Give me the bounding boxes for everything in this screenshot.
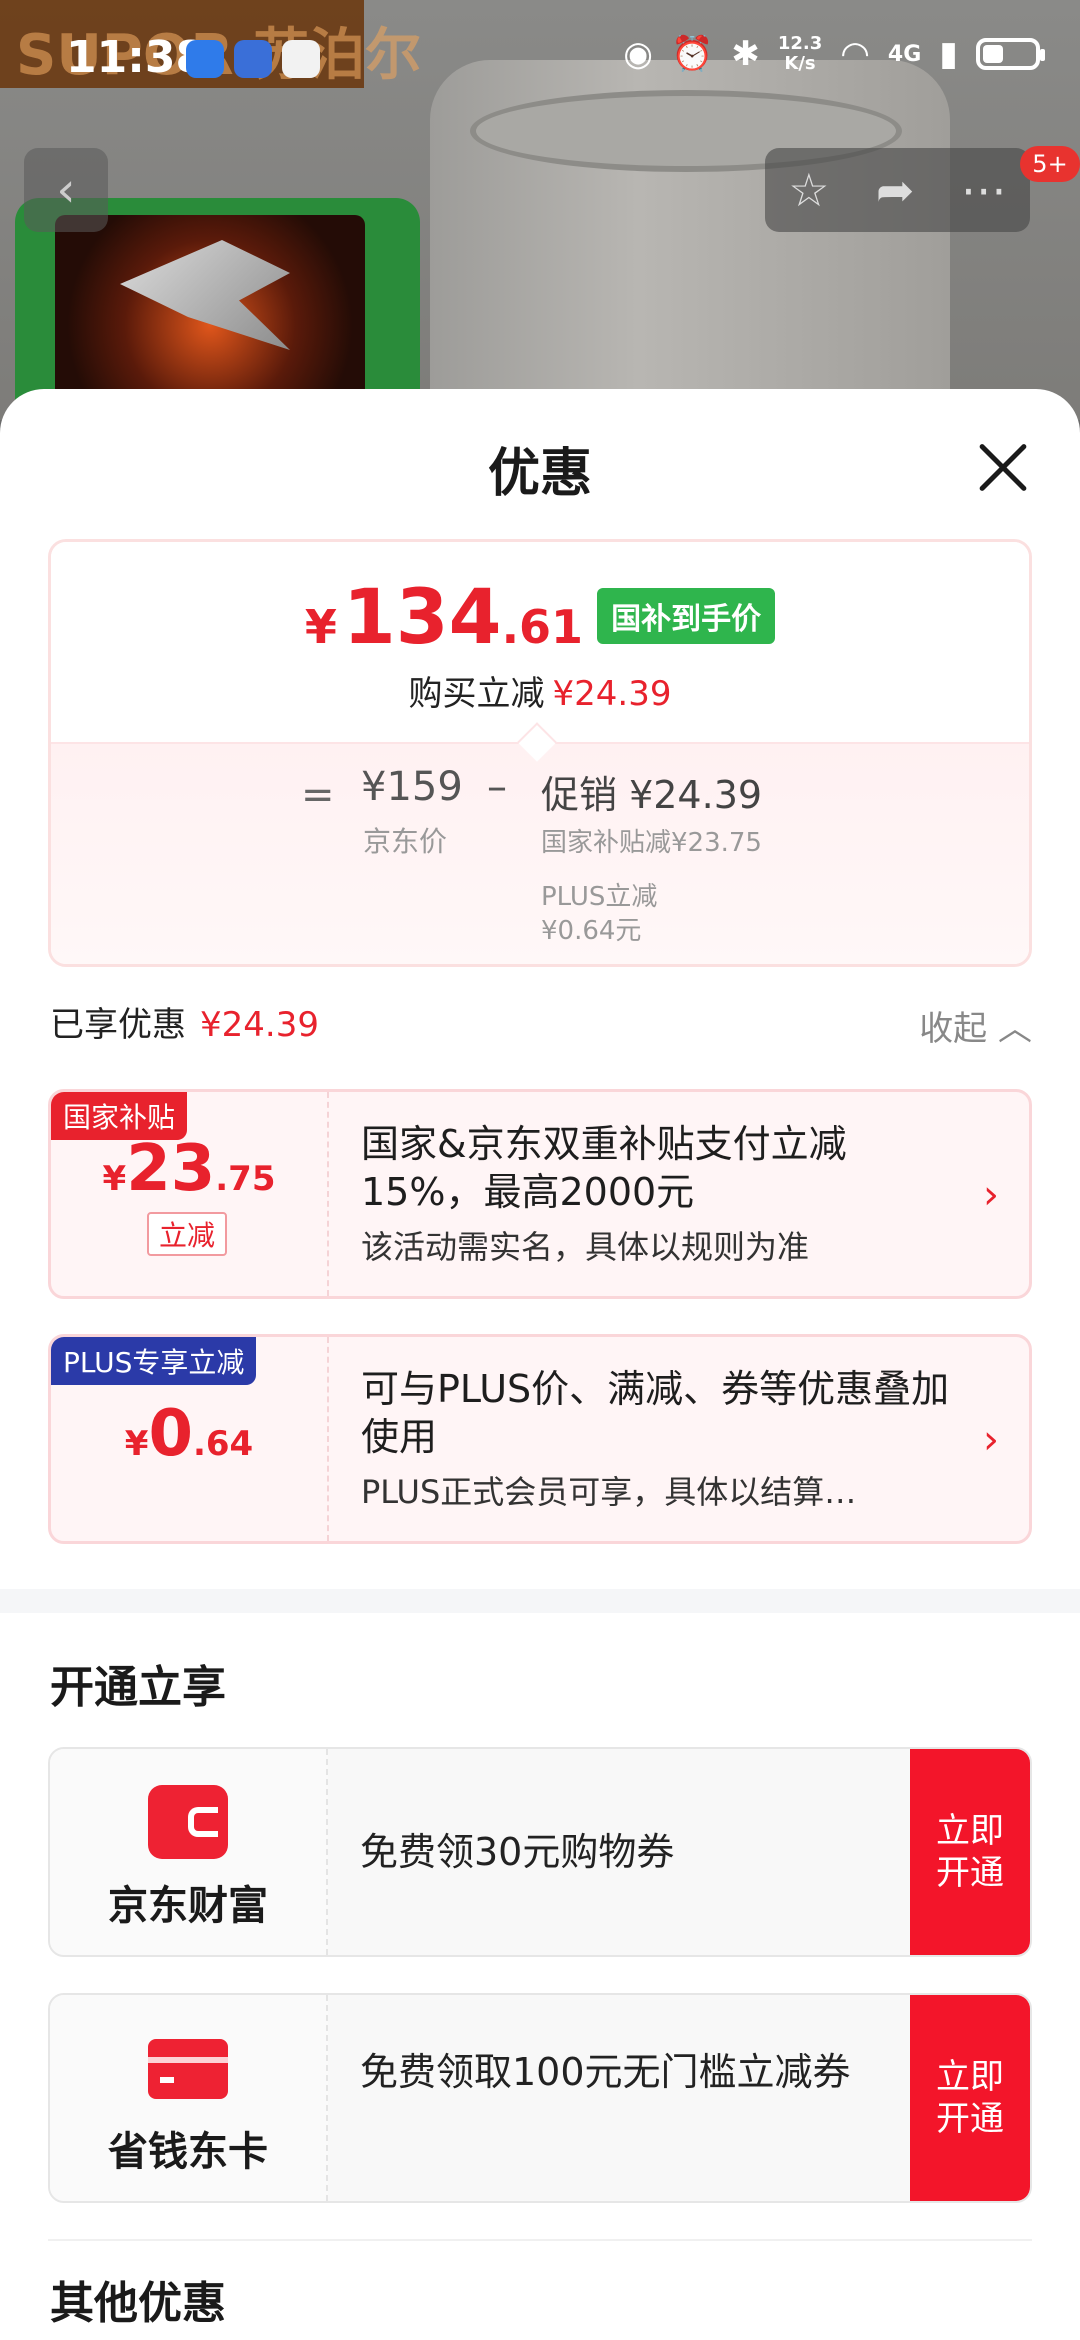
coupon-title: 可与PLUS价、满减、券等优惠叠加使用	[361, 1367, 950, 1459]
eye-icon: ◉	[623, 34, 653, 74]
alarm-icon: ⏰	[670, 34, 714, 74]
jd-finance-icon	[148, 1785, 228, 1859]
plus-discount-amount: ¥0.64元	[541, 916, 642, 946]
status-icons: ◉ ⏰ ✱ 12.3 K/s ◠ 4G ▮	[623, 34, 1045, 74]
minus-sign: –	[487, 764, 507, 810]
net-speed: 12.3 K/s	[778, 34, 822, 74]
open-card-brand: 京东财富	[50, 1749, 328, 1955]
favorite-star-icon[interactable]: ☆	[788, 163, 829, 217]
coupon-currency: ¥	[102, 1159, 127, 1199]
price-formula	[51, 742, 1029, 964]
game-app-icon	[282, 40, 320, 78]
price-breakdown-card: ¥ 134 .61 国补到手价 购买立减 ¥24.39 = ¥159 京东价 – …	[48, 539, 1032, 967]
coupon-tag: PLUS专享立减	[51, 1337, 257, 1385]
buy-discount-amount: ¥24.39	[552, 674, 672, 714]
open-card-brand: 省钱东卡	[50, 1995, 328, 2201]
equals-sign: =	[301, 772, 335, 818]
buy-discount-label: 购买立减	[408, 674, 545, 714]
coupon-integer: 23	[126, 1132, 216, 1206]
plus-discount-line: PLUS立减	[541, 882, 658, 912]
coupon-decimal: .75	[215, 1159, 276, 1199]
signal-icon: ▮	[939, 34, 958, 74]
nav-actions: ☆ ➦ ⋯	[765, 148, 1030, 232]
coupon-amount: ¥0.64	[51, 1397, 327, 1471]
promotion-total: 促销 ¥24.39	[541, 773, 763, 817]
more-icon[interactable]: ⋯	[961, 163, 1007, 217]
net-speed-value: 12.3	[777, 33, 823, 54]
message-badge: 5+	[1020, 146, 1080, 182]
final-price: ¥ 134 .61 国补到手价	[51, 572, 1029, 661]
open-card-text: 免费领取100元无门槛立减券	[360, 2050, 851, 2094]
status-bar: 11:38 ◉ ⏰ ✱ 12.3 K/s ◠ 4G ▮	[0, 0, 1080, 120]
open-section-title: 开通立享	[50, 1662, 226, 1713]
price-summary: ¥ 134 .61 国补到手价 购买立减 ¥24.39	[51, 542, 1029, 742]
sheet-title: 优惠	[487, 444, 592, 504]
jd-price-label: 京东价	[363, 825, 448, 858]
enjoyed-label: 已享优惠	[50, 1005, 186, 1045]
section-divider	[0, 1589, 1080, 1613]
buy-discount-line: 购买立减 ¥24.39	[51, 666, 1029, 715]
coupon-plus-discount[interactable]: PLUS专享立减 ¥0.64 可与PLUS价、满减、券等优惠叠加使用 PLUS正…	[48, 1334, 1032, 1544]
coupon-discount-label: 立减	[147, 1212, 228, 1256]
close-icon[interactable]	[975, 439, 1031, 495]
coupon-currency: ¥	[124, 1424, 149, 1464]
shield-app-icon	[186, 40, 224, 78]
price-integer: 134	[342, 572, 502, 661]
open-card-text: 免费领30元购物券	[360, 1830, 675, 1874]
app-notification-icon	[234, 40, 272, 78]
subsidy-price-tag: 国补到手价	[597, 588, 776, 644]
coupon-amount: ¥23.75	[51, 1132, 327, 1206]
bluetooth-icon: ✱	[731, 34, 760, 74]
open-card-saving-card[interactable]: 省钱东卡 免费领取100元无门槛立减券 立即开通	[48, 1993, 1032, 2203]
currency-symbol: ¥	[304, 600, 337, 654]
chevron-left-icon: ‹	[56, 162, 76, 218]
open-now-button[interactable]: 立即开通	[910, 1995, 1030, 2201]
coupon-title: 国家&京东双重补贴支付立减15%，最高2000元	[361, 1122, 847, 1214]
coupon-amount-area: 国家补贴 ¥23.75 立减	[51, 1092, 329, 1296]
network-type: 4G	[887, 41, 922, 67]
back-button[interactable]: ‹	[24, 148, 108, 232]
enjoyed-discount: 已享优惠 ¥24.39	[50, 997, 319, 1046]
net-speed-unit: K/s	[784, 53, 816, 74]
section-separator	[48, 2239, 1032, 2241]
collapse-button[interactable]: 收起 ︿	[919, 1001, 1032, 1050]
coupon-national-subsidy[interactable]: 国家补贴 ¥23.75 立减 国家&京东双重补贴支付立减15%，最高2000元 …	[48, 1089, 1032, 1299]
open-card-name: 京东财富	[108, 1883, 268, 1929]
coupon-integer: 0	[148, 1397, 193, 1471]
discount-sheet: 优惠 ¥ 134 .61 国补到手价 购买立减 ¥24.39 = ¥159 京东价…	[0, 389, 1080, 2340]
wifi-icon: ◠	[840, 34, 870, 74]
chevron-right-icon[interactable]: ›	[983, 1172, 999, 1218]
other-section-title: 其他优惠	[50, 2278, 226, 2329]
coupon-amount-area: PLUS专享立减 ¥0.64	[51, 1337, 329, 1541]
coupon-description: PLUS正式会员可享，具体以结算…	[361, 1473, 857, 1511]
coupon-decimal: .64	[192, 1424, 254, 1464]
price-decimal: .61	[501, 600, 584, 654]
open-card-name: 省钱东卡	[108, 2129, 268, 2175]
battery-icon	[976, 38, 1045, 70]
national-subsidy-line: 国家补贴减¥23.75	[541, 828, 762, 858]
open-now-button[interactable]: 立即开通	[910, 1749, 1030, 1955]
enjoyed-amount: ¥24.39	[200, 1005, 319, 1045]
open-card-jd-finance[interactable]: 京东财富 免费领30元购物券 立即开通	[48, 1747, 1032, 1957]
jd-price: ¥159	[361, 764, 463, 810]
saving-card-icon	[148, 2039, 228, 2099]
share-icon[interactable]: ➦	[876, 163, 915, 217]
coupon-description: 该活动需实名，具体以规则为准	[361, 1228, 810, 1266]
chevron-right-icon[interactable]: ›	[983, 1417, 999, 1463]
